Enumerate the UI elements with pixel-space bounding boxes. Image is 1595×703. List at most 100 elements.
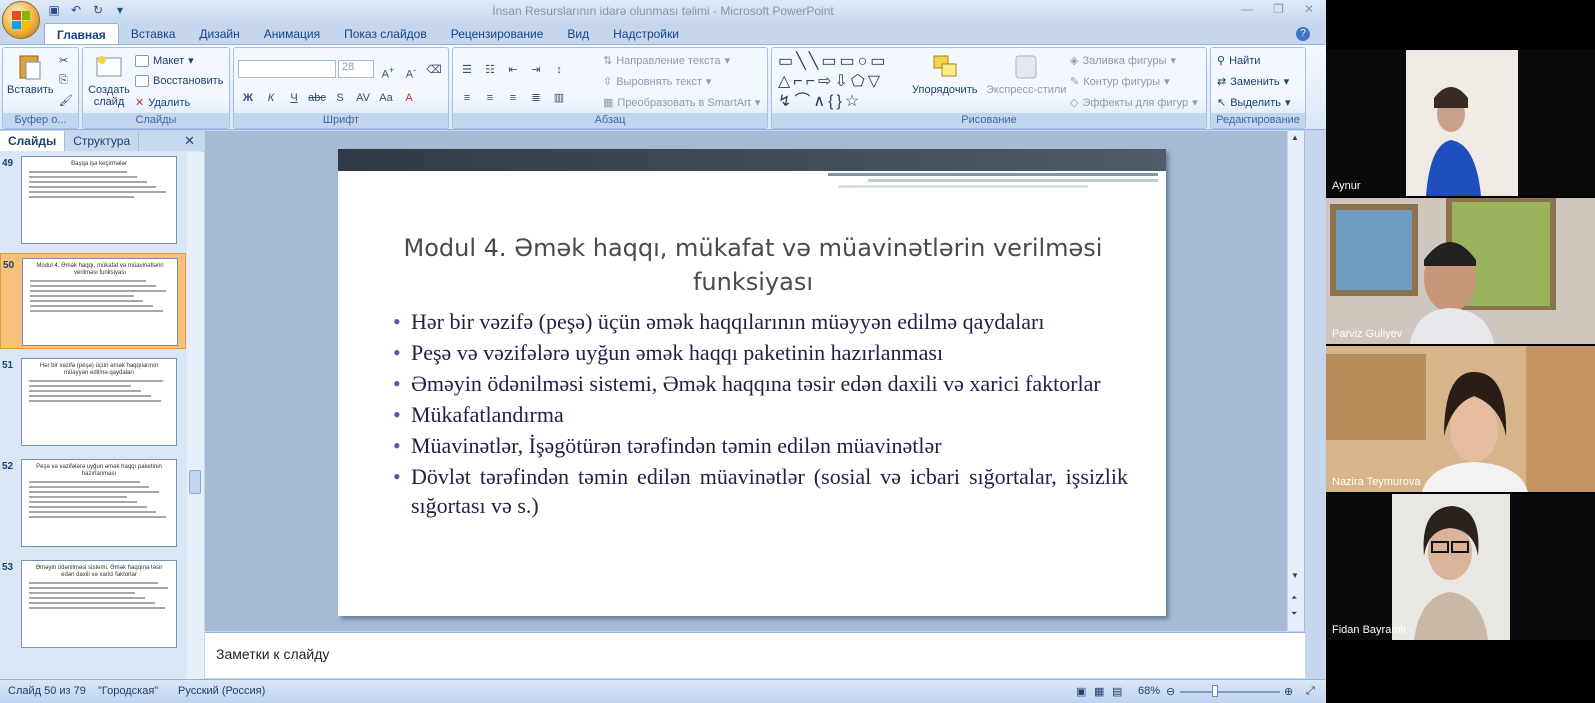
bullets-icon[interactable]: ☰ — [457, 60, 477, 78]
thumbnail-text-line — [29, 486, 150, 488]
slide-title[interactable]: Modul 4. Əmək haqqı, mükafat və müavinət… — [368, 231, 1138, 299]
current-slide[interactable]: Modul 4. Əmək haqqı, mükafat və müavinət… — [338, 149, 1166, 616]
shape-outline-button[interactable]: ✎ Контур фигуры ▾ — [1070, 75, 1170, 89]
numbering-icon[interactable]: ☷ — [480, 60, 500, 78]
delete-slide-button[interactable]: ✕ Удалить — [135, 96, 190, 110]
thumbnail-scrollbar[interactable] — [187, 152, 204, 679]
slide-bullet[interactable]: Mükafatlandırma — [393, 400, 1128, 429]
tab-view[interactable]: Вид — [555, 23, 601, 45]
slide-thumbnail[interactable]: 51 Hər bir vəzifə (peşə) üçün əmək haqqıl… — [0, 354, 186, 450]
list-buttons: ☰ ☷ ⇤ ⇥ ↕ — [457, 60, 569, 78]
shape-effects-button[interactable]: ◇ Эффекты для фигур ▾ — [1070, 96, 1198, 110]
zoom-slider-thumb[interactable] — [1212, 685, 1218, 697]
increase-indent-icon[interactable]: ⇥ — [526, 60, 546, 78]
scroll-thumb[interactable] — [189, 470, 201, 494]
office-button[interactable] — [2, 1, 40, 39]
layout-button[interactable]: Макет ▾ — [135, 54, 194, 67]
tab-slides[interactable]: Слайды — [0, 131, 66, 151]
tab-design[interactable]: Дизайн — [187, 23, 251, 45]
slideshow-view-icon[interactable]: ▤ — [1112, 685, 1122, 698]
slide-bullet[interactable]: Müavinətlər, İşəgötürən tərəfindən təmin… — [393, 431, 1128, 460]
fit-window-icon[interactable]: ⤢ — [1306, 685, 1315, 698]
slide-bullet[interactable]: Əməyin ödənilməsi sistemi, Əmək haqqına … — [393, 369, 1128, 398]
align-right-icon[interactable]: ≡ — [503, 88, 523, 106]
cut-icon[interactable]: ✂ — [59, 54, 68, 67]
find-button[interactable]: ⚲ Найти — [1217, 54, 1260, 68]
tab-review[interactable]: Рецензирование — [439, 23, 556, 45]
scroll-up-icon[interactable]: ▲ — [1291, 133, 1299, 142]
tab-animation[interactable]: Анимация — [252, 23, 332, 45]
columns-icon[interactable]: ▥ — [549, 88, 569, 106]
new-slide-button[interactable]: Создать слайд — [87, 52, 131, 108]
slide-thumbnail[interactable]: 52 Peşə və vəzifələrə uyğun əmək haqqı pa… — [0, 455, 186, 551]
font-group: 28 A+ A- ⌫ Ж К Ч abc S AV Aa A Шрифт — [233, 47, 449, 129]
slide-thumbnail[interactable]: 50 Modul 4. Əmək haqqı, mükafat və müavin… — [0, 253, 186, 349]
text-direction-button[interactable]: ⇅ Направление текста ▾ — [603, 54, 730, 68]
tab-insert[interactable]: Вставка — [119, 23, 188, 45]
participant-tile[interactable]: Parviz Guliyev — [1326, 198, 1595, 344]
slide-bullet-list[interactable]: Hər bir vəzifə (peşə) üçün əmək haqqılar… — [393, 307, 1128, 522]
scroll-down-icon[interactable]: ▼ — [1291, 571, 1299, 580]
tab-home[interactable]: Главная — [44, 23, 119, 45]
bold-icon[interactable]: Ж — [238, 88, 258, 106]
line-spacing-icon[interactable]: ↕ — [549, 60, 569, 78]
next-slide-icon[interactable]: ⏷ — [1291, 609, 1297, 619]
font-name-combo[interactable] — [238, 60, 336, 78]
sorter-view-icon[interactable]: ▦ — [1094, 685, 1104, 698]
participant-tile[interactable]: Fidan Bayramlı — [1326, 494, 1595, 640]
copy-icon[interactable]: ⎘ — [59, 74, 68, 87]
close-icon[interactable]: ✕ — [1304, 2, 1314, 16]
minimize-icon[interactable]: — — [1241, 2, 1253, 16]
tab-addins[interactable]: Надстройки — [601, 23, 691, 45]
prev-slide-icon[interactable]: ⏶ — [1291, 593, 1297, 603]
replace-button[interactable]: ⇄ Заменить ▾ — [1217, 75, 1289, 89]
slide-bullet[interactable]: Dövlət tərəfindən təmin edilən müavinətl… — [393, 462, 1128, 520]
slide-editing-area: Modul 4. Əmək haqqı, mükafat və müavinət… — [205, 131, 1305, 631]
arrange-button[interactable]: Упорядочить — [912, 52, 977, 96]
format-painter-icon[interactable]: 🖌 — [59, 94, 73, 107]
convert-smartart-button[interactable]: ▦ Преобразовать в SmartArt ▾ — [603, 96, 760, 110]
help-icon[interactable]: ? — [1296, 27, 1310, 41]
strikethrough-icon[interactable]: abc — [307, 88, 327, 106]
select-button[interactable]: ↖ Выделить ▾ — [1217, 96, 1291, 110]
underline-icon[interactable]: Ч — [284, 88, 304, 106]
participant-tile[interactable]: Aynur — [1326, 50, 1595, 196]
shadow-icon[interactable]: S — [330, 88, 350, 106]
slide-bullet[interactable]: Peşə və vəzifələrə uyğun əmək haqqı pake… — [393, 338, 1128, 367]
text-direction-label: Направление текста — [616, 54, 721, 67]
shape-fill-button[interactable]: ◈ Заливка фигуры ▾ — [1070, 54, 1176, 68]
shrink-font-icon[interactable]: A- — [401, 60, 421, 81]
font-color-icon[interactable]: A — [399, 88, 419, 106]
quick-styles-button[interactable]: Экспресс-стили — [986, 52, 1066, 96]
slide-bullet[interactable]: Hər bir vəzifə (peşə) üçün əmək haqqılar… — [393, 307, 1128, 336]
justify-icon[interactable]: ≣ — [526, 88, 546, 106]
normal-view-icon[interactable]: ▣ — [1076, 685, 1086, 698]
zoom-level[interactable]: 68% — [1138, 685, 1160, 697]
zoom-out-icon[interactable]: ⊖ — [1166, 685, 1175, 698]
tab-slideshow[interactable]: Показ слайдов — [332, 23, 439, 45]
zoom-in-icon[interactable]: ⊕ — [1284, 685, 1293, 698]
shapes-gallery[interactable]: ▭╲╲▭▭○▭ △⌐⌐⇨⇩⬠▽ ↯⌒∧{}☆ — [778, 52, 908, 112]
align-text-button[interactable]: ⇳ Выровнять текст ▾ — [603, 75, 711, 89]
char-spacing-icon[interactable]: AV — [353, 88, 373, 106]
clear-format-icon[interactable]: ⌫ — [424, 60, 444, 78]
layout-icon — [135, 54, 149, 67]
reset-button[interactable]: Восстановить — [135, 75, 223, 87]
grow-font-icon[interactable]: A+ — [378, 60, 398, 81]
notes-pane[interactable]: Заметки к слайду — [205, 632, 1305, 678]
slide-scrollbar[interactable]: ▲ ▼ ⏶ ⏷ — [1287, 131, 1304, 631]
align-center-icon[interactable]: ≡ — [480, 88, 500, 106]
align-left-icon[interactable]: ≡ — [457, 88, 477, 106]
font-size-combo[interactable]: 28 — [338, 60, 374, 78]
decrease-indent-icon[interactable]: ⇤ — [503, 60, 523, 78]
italic-icon[interactable]: К — [261, 88, 281, 106]
close-icon[interactable]: ✕ — [184, 133, 195, 149]
slide-thumbnail[interactable]: 53 Əməyin ödənilməsi sistemi, Əmək haqqın… — [0, 556, 186, 652]
slide-thumbnail[interactable]: 49 Başqa işə keçirmələr — [0, 152, 186, 248]
maximize-icon[interactable]: ❐ — [1273, 2, 1284, 16]
zoom-slider[interactable] — [1180, 691, 1280, 693]
paste-button[interactable]: Вставить — [7, 52, 54, 96]
participant-tile[interactable]: Nazira Teymurova — [1326, 346, 1595, 492]
tab-outline[interactable]: Структура — [65, 131, 140, 151]
change-case-icon[interactable]: Aa — [376, 88, 396, 106]
